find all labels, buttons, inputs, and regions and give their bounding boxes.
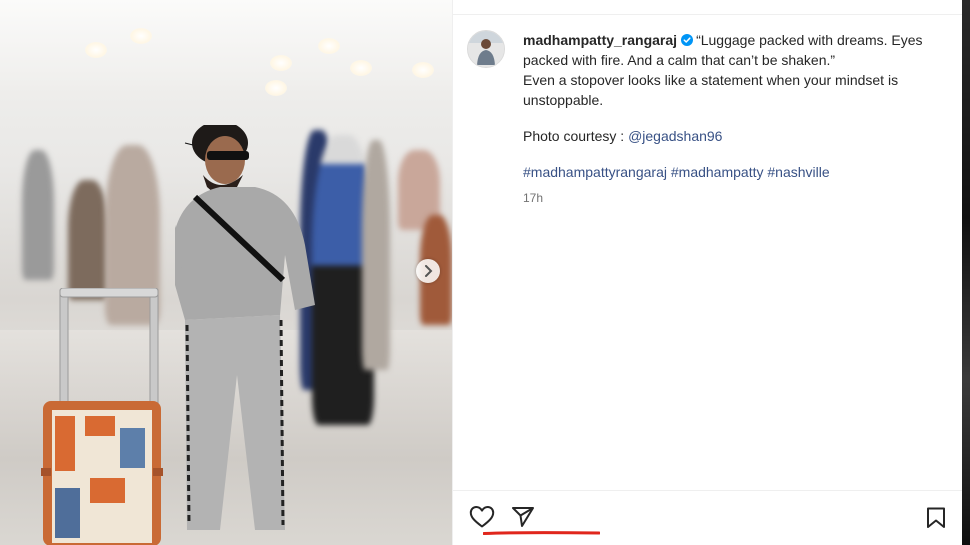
- post-timestamp[interactable]: 17h: [523, 188, 943, 208]
- post-details-panel: madhampatty_rangaraj “Luggage packed with…: [452, 0, 962, 545]
- paper-plane-icon[interactable]: [511, 506, 535, 528]
- ceiling-light: [318, 38, 340, 54]
- background-person: [68, 180, 108, 300]
- avatar-image: [468, 31, 504, 67]
- ceiling-light: [85, 42, 107, 58]
- hashtag-link[interactable]: #madhampattyrangaraj: [523, 164, 667, 180]
- divider: [453, 14, 962, 15]
- caption-text: Even a stopover looks like a statement w…: [523, 72, 899, 108]
- man-with-sunglasses: [175, 125, 315, 530]
- instagram-post: madhampatty_rangaraj “Luggage packed with…: [0, 0, 962, 545]
- chevron-right-icon: [425, 265, 433, 277]
- next-photo-button[interactable]: [416, 259, 440, 283]
- window-edge: [962, 0, 970, 545]
- background-person: [22, 150, 54, 280]
- hashtags: #madhampattyrangaraj #madhampatty #nashv…: [523, 162, 943, 182]
- avatar[interactable]: [467, 30, 505, 68]
- background-person: [362, 140, 390, 370]
- ceiling-light: [265, 80, 287, 96]
- photo-credit-label: Photo courtesy :: [523, 128, 629, 144]
- ceiling-light: [412, 62, 434, 78]
- suitcase: [41, 288, 163, 545]
- ceiling-light: [130, 28, 152, 44]
- hashtag-link[interactable]: #nashville: [767, 164, 829, 180]
- photo-credit: Photo courtesy : @jegadshan96: [523, 126, 943, 146]
- post-photo[interactable]: [0, 0, 452, 545]
- ceiling-light: [270, 55, 292, 71]
- red-annotation-underline: [483, 531, 600, 535]
- airport-ceiling: [0, 0, 452, 90]
- caption: madhampatty_rangaraj “Luggage packed with…: [467, 30, 948, 208]
- divider: [453, 490, 962, 491]
- hashtag-link[interactable]: #madhampatty: [671, 164, 764, 180]
- mention-link[interactable]: @jegadshan96: [628, 128, 722, 144]
- verified-badge-icon: [681, 34, 694, 46]
- username-link[interactable]: madhampatty_rangaraj: [523, 32, 677, 48]
- ceiling-light: [350, 60, 372, 76]
- heart-icon[interactable]: [469, 505, 495, 529]
- bookmark-icon[interactable]: [926, 507, 946, 529]
